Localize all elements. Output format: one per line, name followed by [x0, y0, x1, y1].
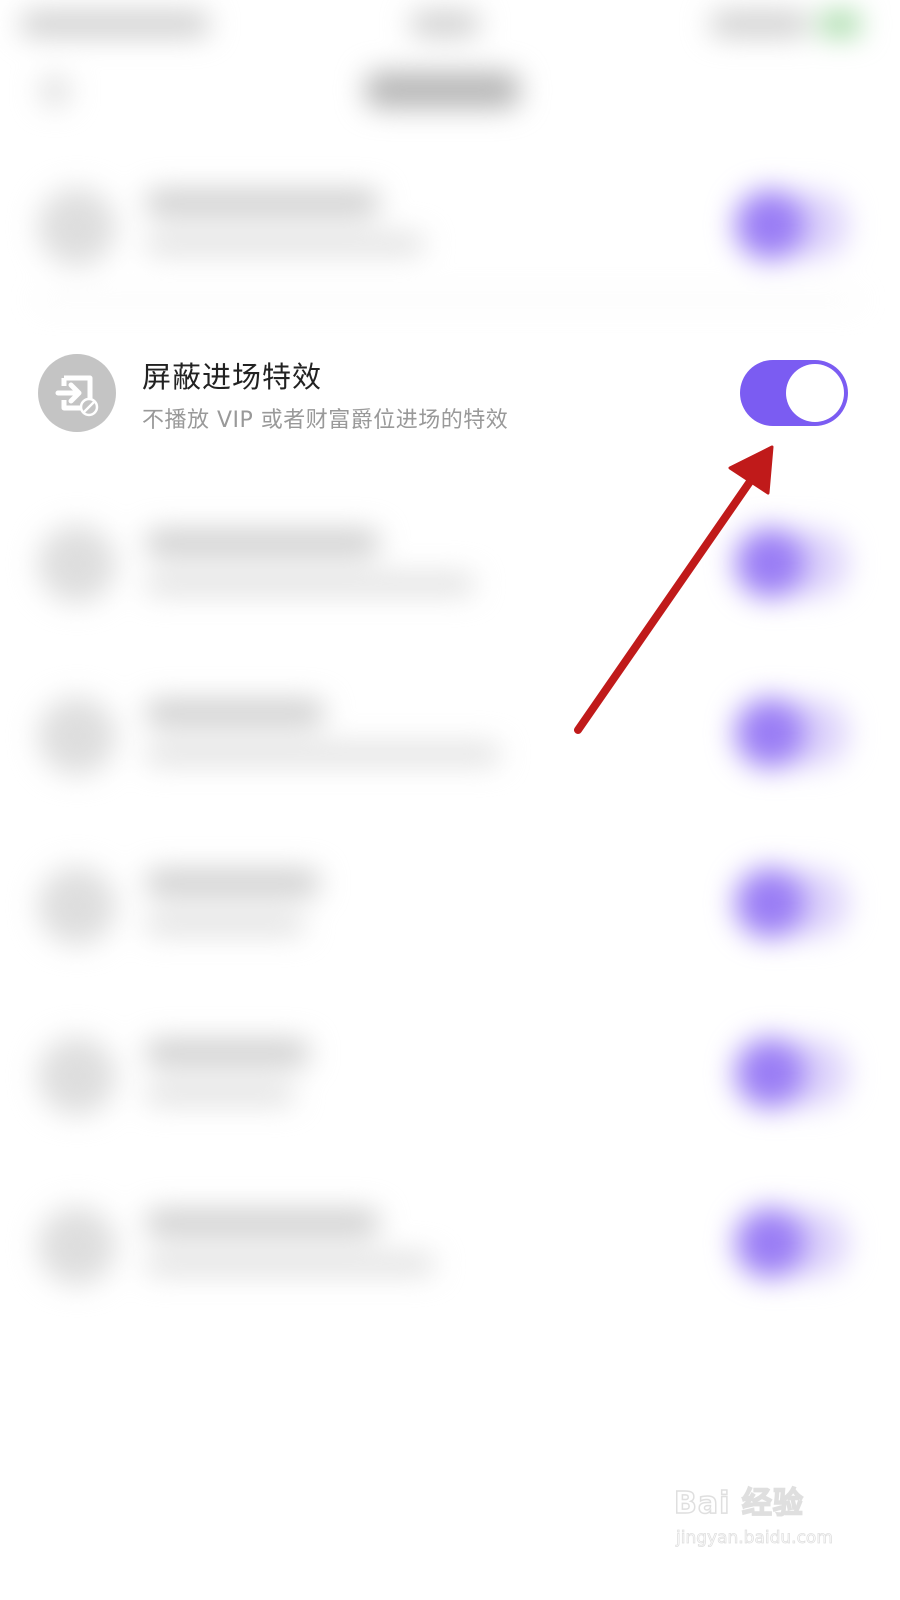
- row-5-title-blur: [145, 870, 320, 896]
- status-bar-right-blur: [710, 12, 810, 36]
- row-1-title-blur: [145, 190, 380, 216]
- status-bar-left-blur: [20, 12, 210, 36]
- settings-screen: 屏蔽进场特效 不播放 VIP 或者财富爵位进场的特效 Bai 经验 jingya…: [0, 0, 900, 1600]
- baidu-jingyan-watermark: Bai 经验 jingyan.baidu.com: [673, 1478, 854, 1558]
- row-5-icon-blur: [38, 867, 116, 945]
- row-1-sub-blur: [145, 234, 425, 254]
- status-bar-center-blur: [410, 12, 480, 36]
- row-6-icon-blur: [38, 1037, 116, 1115]
- row-1-divider-blur: [38, 298, 858, 302]
- row-6-title-blur: [145, 1040, 310, 1066]
- row-7-icon-blur: [38, 1207, 116, 1285]
- toggle-knob: [786, 364, 844, 422]
- row-3-sub-blur: [145, 574, 475, 594]
- row-7-toggle-blur: [735, 1208, 805, 1278]
- block-entry-effects-toggle[interactable]: [740, 360, 848, 426]
- row-7-sub-blur: [145, 1254, 435, 1274]
- setting-title: 屏蔽进场特效: [142, 360, 323, 394]
- row-3-title-blur: [145, 530, 380, 556]
- setting-row-block-entry-effects: 屏蔽进场特效 不播放 VIP 或者财富爵位进场的特效: [0, 340, 900, 460]
- row-3-toggle-blur: [735, 528, 805, 598]
- watermark-url: jingyan.baidu.com: [676, 1528, 834, 1549]
- row-6-sub-blur: [145, 1084, 295, 1104]
- nav-title-blur: [365, 72, 520, 108]
- setting-description: 不播放 VIP 或者财富爵位进场的特效: [142, 408, 509, 433]
- row-1-toggle-blur: [735, 190, 805, 260]
- row-4-icon-blur: [38, 697, 116, 775]
- back-button-blur: [40, 76, 70, 106]
- watermark-brand: Bai 经验: [673, 1485, 804, 1522]
- row-5-toggle-blur: [735, 868, 805, 938]
- row-5-sub-blur: [145, 914, 305, 934]
- row-4-sub-blur: [145, 744, 500, 764]
- exit-arrow-icon: [38, 354, 116, 432]
- row-7-title-blur: [145, 1210, 380, 1236]
- row-6-toggle-blur: [735, 1038, 805, 1108]
- blurred-background: [0, 0, 900, 1600]
- row-3-icon-blur: [38, 525, 116, 603]
- row-1-icon-blur: [38, 188, 116, 266]
- battery-blur: [820, 12, 860, 36]
- row-4-toggle-blur: [735, 698, 805, 768]
- row-4-title-blur: [145, 700, 325, 726]
